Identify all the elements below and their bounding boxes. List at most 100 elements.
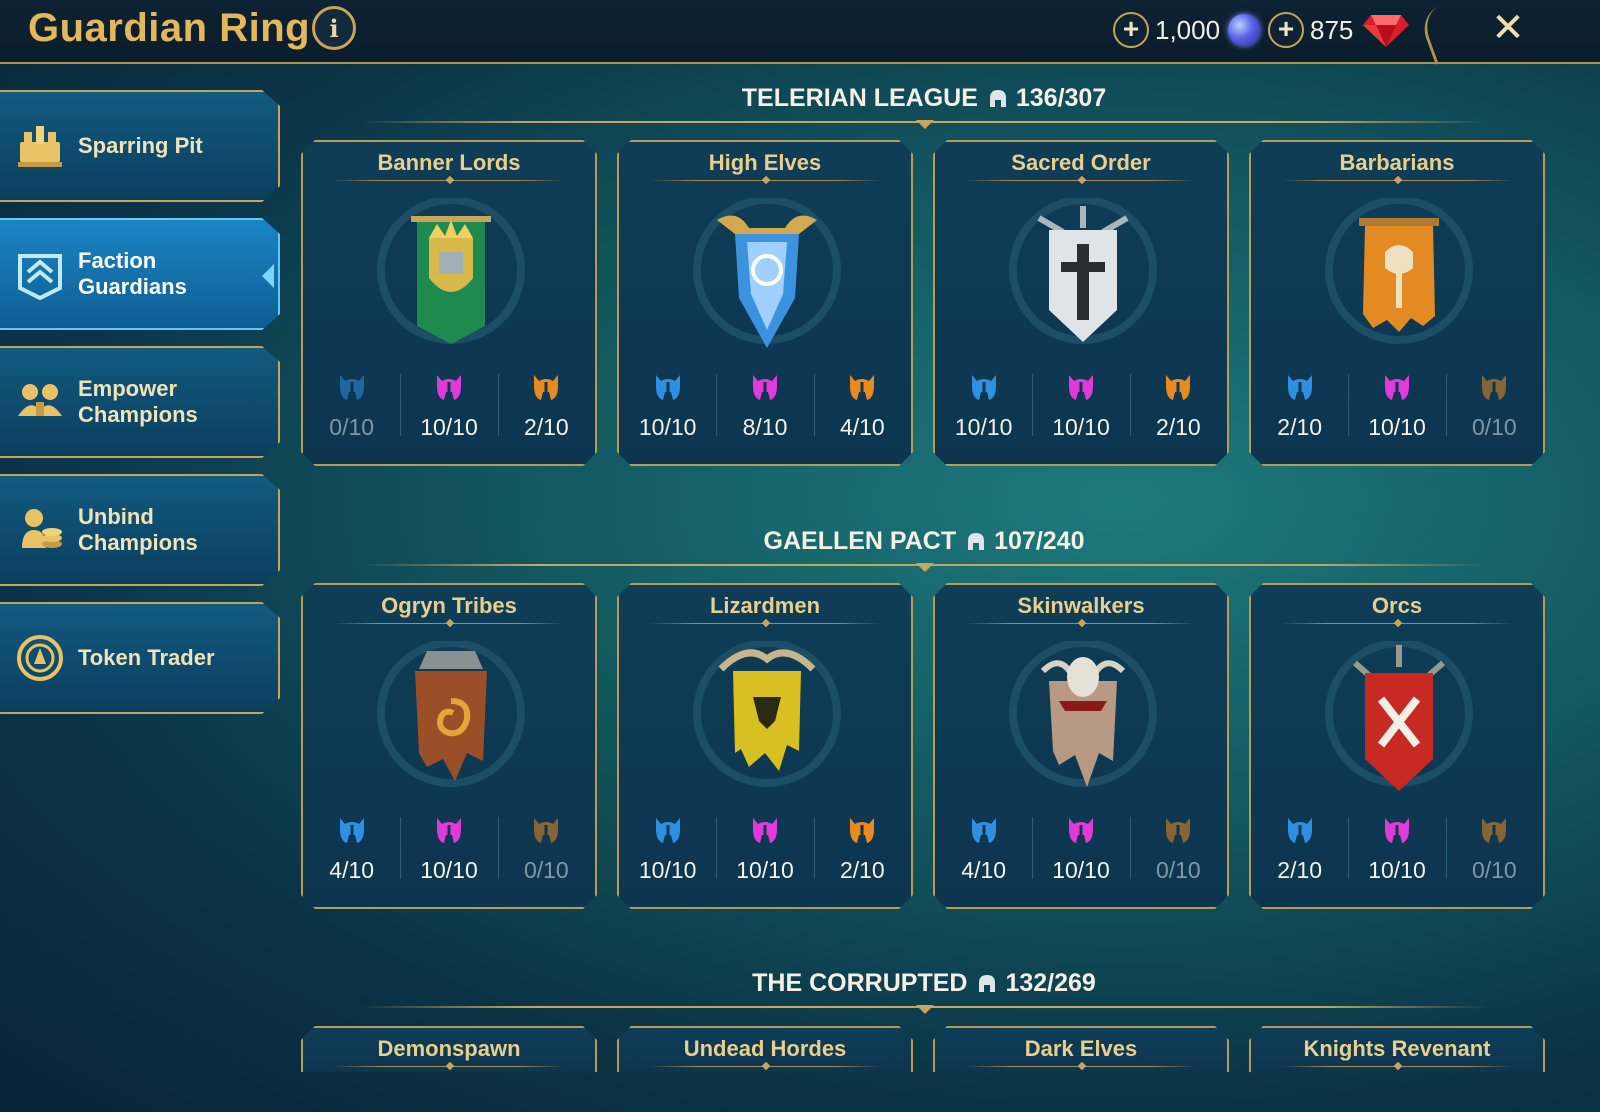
lizardmen-banner-icon [693,641,841,787]
currency-arena-token: + 1,000 [1113,11,1261,49]
epic-count: 10/10 [1052,857,1110,883]
rare-helmet-icon [1285,815,1315,845]
rare-slot: 10/10 [619,811,716,885]
sacred-order-banner-icon [1009,198,1157,344]
faction-card-skinwalkers[interactable]: Skinwalkers 4/10 10/10 0/10 [933,583,1229,909]
divider [1281,180,1513,181]
sidebar-item-empower-champions[interactable]: Empower Champions [0,346,280,458]
faction-card-sacred-order[interactable]: Sacred Order 10/10 10/10 2/10 [933,140,1229,466]
rare-count: 2/10 [1277,414,1323,440]
high-elves-banner-icon [693,198,841,348]
faction-name: Knights Revenant [1303,1036,1491,1061]
gem-icon [1363,15,1410,47]
faction-name: Barbarians [1339,150,1455,175]
corner-ornament [1417,0,1482,65]
guardian-slots: 4/10 10/10 0/10 [935,811,1227,885]
rare-helmet-icon [653,815,683,845]
epic-slot: 8/10 [716,368,813,442]
rare-helmet-icon [969,815,999,845]
legendary-helmet-icon [847,372,877,402]
faction-card-banner-lords[interactable]: Banner Lords 0/10 10/10 2/10 [301,140,597,466]
league-header-telerian: TELERIAN LEAGUE 136/307 [300,84,1548,129]
legendary-count: 0/10 [1471,857,1517,883]
close-icon[interactable]: ✕ [1488,6,1528,50]
epic-slot: 10/10 [1032,811,1129,885]
divider [965,180,1197,181]
faction-name: Sacred Order [1011,150,1151,175]
info-icon[interactable]: i [312,6,356,50]
barbarians-banner-icon [1325,198,1473,344]
helmet-icon [975,972,999,996]
ogryn-tribes-banner-icon [377,641,525,787]
legendary-count: 0/10 [1155,857,1201,883]
divider [1281,623,1513,624]
epic-helmet-icon [1066,372,1096,402]
add-token-button[interactable]: + [1113,12,1149,48]
legendary-slot: 4/10 [813,368,911,442]
league-count: 136/307 [1015,84,1107,112]
faction-card-knights-revenant[interactable]: Knights Revenant [1249,1026,1545,1072]
rare-count: 10/10 [638,414,697,440]
legendary-helmet-icon [1163,815,1193,845]
guardian-slots: 2/10 10/10 0/10 [1251,811,1543,885]
legendary-helmet-icon [1479,372,1509,402]
rare-count: 4/10 [961,857,1007,883]
divider [333,623,565,624]
faction-name: Demonspawn [377,1036,521,1061]
epic-slot: 10/10 [1348,811,1445,885]
epic-helmet-icon [434,372,464,402]
faction-card-ogryn-tribes[interactable]: Ogryn Tribes 4/10 10/10 0/10 [301,583,597,909]
divider [649,623,881,624]
legendary-count: 2/10 [523,414,569,440]
active-indicator [262,264,274,288]
rare-slot: 10/10 [619,368,716,442]
rare-helmet-icon [653,372,683,402]
sidebar-item-faction-guardians[interactable]: Faction Guardians [0,218,280,330]
epic-count: 10/10 [1052,414,1110,440]
epic-count: 10/10 [1368,857,1426,883]
faction-card-dark-elves[interactable]: Dark Elves [933,1026,1229,1072]
rare-count: 2/10 [1277,857,1323,883]
faction-card-high-elves[interactable]: High Elves 10/10 8/10 4/10 [617,140,913,466]
sidebar-item-token-trader[interactable]: Token Trader [0,602,280,714]
epic-count: 10/10 [420,857,478,883]
rare-count: 10/10 [954,414,1013,440]
legendary-count: 0/10 [523,857,569,883]
rare-slot: 10/10 [935,368,1032,442]
epic-slot: 10/10 [400,368,497,442]
orcs-banner-icon [1325,641,1473,791]
faction-card-barbarians[interactable]: Barbarians 2/10 10/10 0/10 [1249,140,1545,466]
epic-slot: 10/10 [716,811,813,885]
faction-card-demonspawn[interactable]: Demonspawn [301,1026,597,1072]
divider [965,1066,1197,1067]
rare-helmet-icon [969,372,999,402]
divider-notch [916,563,934,572]
add-gems-button[interactable]: + [1268,12,1304,48]
faction-card-undead-hordes[interactable]: Undead Hordes [617,1026,913,1072]
epic-slot: 10/10 [400,811,497,885]
faction-name: Skinwalkers [1017,593,1145,618]
epic-helmet-icon [1066,815,1096,845]
guardian-slots: 0/10 10/10 2/10 [303,368,595,442]
legendary-slot: 0/10 [497,811,595,885]
rare-helmet-icon [337,815,367,845]
legendary-slot: 2/10 [813,811,911,885]
legendary-helmet-icon [847,815,877,845]
guardian-slots: 4/10 10/10 0/10 [303,811,595,885]
epic-helmet-icon [1382,372,1412,402]
guardian-slots: 10/10 10/10 2/10 [935,368,1227,442]
sidebar-item-sparring-pit[interactable]: Sparring Pit [0,90,280,202]
guardian-slots: 2/10 10/10 0/10 [1251,368,1543,442]
legendary-helmet-icon [1163,372,1193,402]
sidebar-item-unbind-champions[interactable]: Unbind Champions [0,474,280,586]
helmet-icon [964,530,988,554]
faction-card-orcs[interactable]: Orcs 2/10 10/10 0/10 [1249,583,1545,909]
epic-helmet-icon [750,815,780,845]
rare-count: 0/10 [329,414,375,440]
divider-notch [916,1005,934,1014]
sidebar-item-label: Sparring Pit [78,133,203,158]
league-count: 132/269 [1005,969,1096,997]
rare-slot: 2/10 [1251,811,1348,885]
divider [333,180,565,181]
faction-card-lizardmen[interactable]: Lizardmen 10/10 10/10 2/10 [617,583,913,909]
